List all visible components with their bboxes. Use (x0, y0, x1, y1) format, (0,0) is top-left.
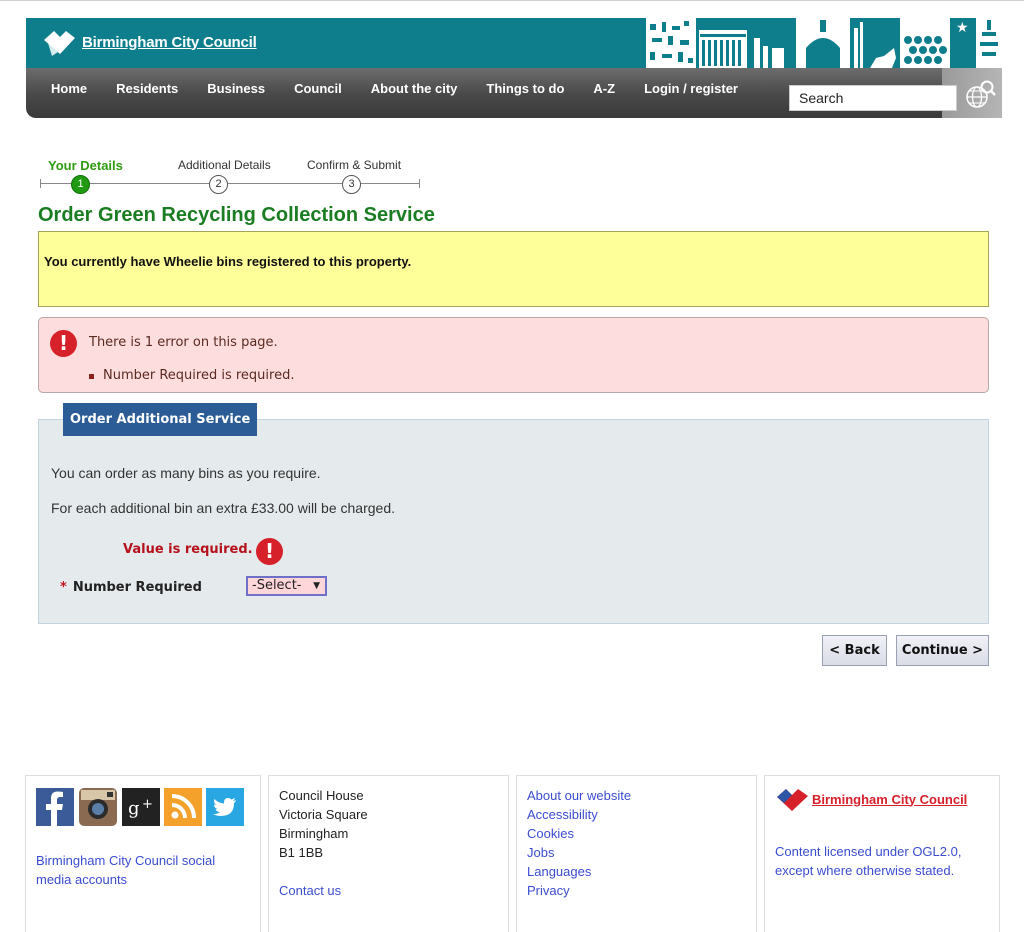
site-logo[interactable]: Birmingham City Council (40, 26, 257, 58)
social-media-link-line-2[interactable]: media accounts (36, 870, 127, 889)
google-plus-icon[interactable]: g + (122, 788, 160, 826)
contact-us-link[interactable]: Contact us (279, 881, 341, 900)
footer-link-privacy[interactable]: Privacy (527, 881, 570, 900)
error-list-item: Number Required is required. (88, 368, 295, 383)
nav-home[interactable]: Home (51, 81, 87, 96)
number-required-label-text: Number Required (72, 580, 202, 595)
twitter-icon[interactable] (206, 788, 244, 826)
svg-text:g: g (128, 798, 140, 819)
intro-text-bins: You can order as many bins as you requir… (51, 465, 321, 481)
number-required-select[interactable]: -Select- ▼ (246, 576, 327, 596)
info-message-box: You currently have Wheelie bins register… (38, 231, 989, 307)
step-label-confirm-submit: Confirm & Submit (307, 158, 402, 172)
footer-link-cookies[interactable]: Cookies (527, 824, 574, 843)
footer-address-column: Council House Victoria Square Birmingham… (268, 775, 509, 932)
error-summary-text: There is 1 error on this page. (89, 335, 278, 350)
footer-link-about-website[interactable]: About our website (527, 786, 631, 805)
license-line-1: Content licensed under OGL2.0, (775, 844, 962, 859)
facebook-icon[interactable] (36, 788, 74, 826)
field-error-message: Value is required. (123, 542, 253, 557)
nav-about-the-city[interactable]: About the city (371, 81, 458, 96)
progress-steps: Your Details Additional Details Confirm … (38, 155, 422, 195)
heart-logo-icon (777, 789, 808, 811)
error-exclamation-icon: ! (50, 330, 77, 357)
field-error-icon: ! (256, 538, 283, 565)
city-skyline-icon: ★ (644, 18, 1002, 68)
heart-logo-icon (44, 31, 75, 56)
site-header: Birmingham City Council ★ Home Residents… (26, 18, 1002, 118)
nav-things-to-do[interactable]: Things to do (486, 81, 564, 96)
address-line-2: Victoria Square (279, 807, 368, 822)
error-summary-box: ! There is 1 error on this page. Number … (38, 317, 989, 393)
footer-logo[interactable]: Birmingham City Council (775, 784, 967, 814)
brand-bar: Birmingham City Council ★ (26, 18, 1002, 68)
info-message: You currently have Wheelie bins register… (44, 254, 412, 269)
rss-icon[interactable] (164, 788, 202, 826)
address-line-4: B1 1BB (279, 845, 324, 860)
step-label-additional-details: Additional Details (178, 158, 271, 172)
back-button[interactable]: < Back (822, 635, 887, 666)
instagram-icon[interactable] (79, 788, 117, 826)
dropdown-arrow-icon: ▼ (313, 581, 320, 591)
nav-business[interactable]: Business (207, 81, 265, 96)
number-required-label: * Number Required (60, 580, 202, 595)
footer-link-languages[interactable]: Languages (527, 862, 591, 881)
intro-text-charge: For each additional bin an extra £33.00 … (51, 500, 395, 516)
footer-links-column: About our website Accessibility Cookies … (516, 775, 757, 932)
svg-text:★: ★ (956, 20, 969, 36)
social-media-link-line-1[interactable]: Birmingham City Council social (36, 851, 215, 870)
footer-social-column: g + Birmingham City Council social media… (25, 775, 261, 932)
nav-a-z[interactable]: A-Z (593, 81, 615, 96)
step-track-end (419, 179, 420, 188)
footer-license-column: Birmingham City Council Content licensed… (764, 775, 1000, 932)
required-marker: * (60, 580, 67, 595)
nav-login-register[interactable]: Login / register (644, 81, 738, 96)
address-line-1: Council House (279, 788, 364, 803)
step-circle-3: 3 (342, 175, 361, 194)
step-track-start (40, 179, 41, 188)
svg-text:+: + (142, 797, 153, 812)
footer-link-jobs[interactable]: Jobs (527, 843, 554, 862)
step-label-your-details: Your Details (48, 158, 123, 173)
select-value: -Select- (252, 578, 302, 593)
step-track (40, 183, 420, 184)
search-input[interactable] (789, 85, 957, 111)
continue-button[interactable]: Continue > (896, 635, 989, 666)
nav-residents[interactable]: Residents (116, 81, 178, 96)
order-additional-service-panel: You can order as many bins as you requir… (38, 419, 989, 624)
top-border (0, 0, 1024, 1)
globe-search-icon[interactable] (963, 78, 997, 112)
license-line-2: except where otherwise stated. (775, 863, 955, 878)
footer-link-accessibility[interactable]: Accessibility (527, 805, 598, 824)
address-line-3: Birmingham (279, 826, 349, 841)
nav-council[interactable]: Council (294, 81, 342, 96)
step-circle-2: 2 (209, 175, 228, 194)
logo-text: Birmingham City Council (82, 33, 257, 51)
section-title-tab: Order Additional Service (63, 403, 258, 436)
footer-logo-text: Birmingham City Council (812, 791, 968, 807)
page-title: Order Green Recycling Collection Service (38, 204, 435, 226)
step-circle-1: 1 (71, 175, 90, 194)
